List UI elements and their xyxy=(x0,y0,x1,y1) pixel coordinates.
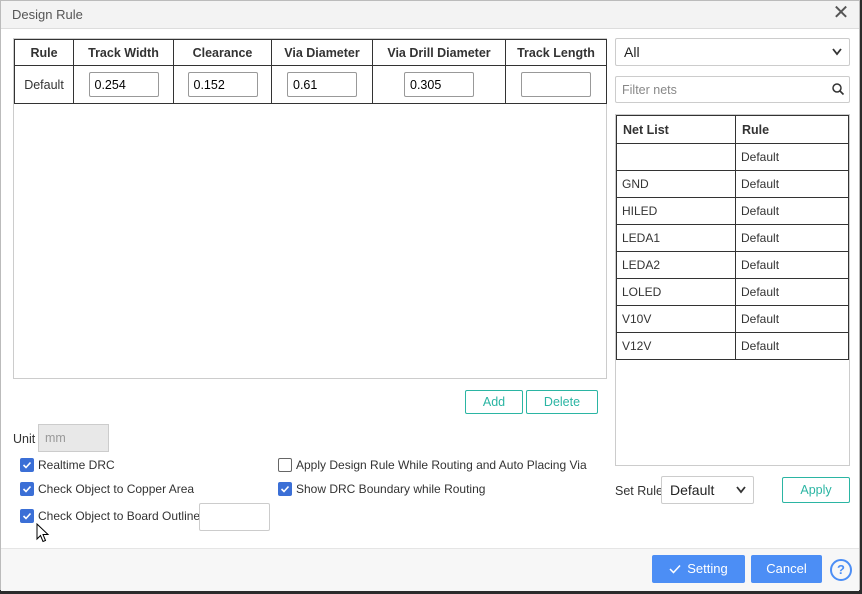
board-outline-label: Check Object to Board Outline xyxy=(38,509,201,523)
checkbox-unchecked-icon[interactable] xyxy=(278,458,292,472)
net-rule: Default xyxy=(735,251,849,279)
design-rule-dialog: Design Rule ✕ Rule Track Width Clearance… xyxy=(0,0,860,591)
title-bar: Design Rule ✕ xyxy=(1,1,859,29)
help-icon[interactable]: ? xyxy=(830,559,852,581)
delete-button[interactable]: Delete xyxy=(526,390,598,414)
checkbox-checked-icon[interactable] xyxy=(278,482,292,496)
rule-name-cell: Default xyxy=(14,65,74,104)
header-via-diameter: Via Diameter xyxy=(271,39,373,66)
table-row[interactable]: V12V Default xyxy=(616,332,849,360)
dialog-title: Design Rule xyxy=(12,7,83,22)
cancel-button[interactable]: Cancel xyxy=(751,555,822,583)
realtime-drc-label: Realtime DRC xyxy=(38,458,115,472)
net-name: LOLED xyxy=(616,278,736,306)
table-row[interactable]: HILED Default xyxy=(616,197,849,225)
header-clearance: Clearance xyxy=(173,39,272,66)
net-rule: Default xyxy=(735,197,849,225)
show-drc-boundary-label: Show DRC Boundary while Routing xyxy=(296,482,486,496)
board-outline-input[interactable] xyxy=(199,503,270,531)
copper-area-label: Check Object to Copper Area xyxy=(38,482,195,496)
header-track-length: Track Length xyxy=(505,39,607,66)
rules-panel: Rule Track Width Clearance Via Diameter … xyxy=(13,38,607,379)
filter-nets-field[interactable]: Filter nets xyxy=(615,76,850,103)
header-track-width: Track Width xyxy=(73,39,174,66)
net-rule: Default xyxy=(735,143,849,171)
filter-nets-placeholder: Filter nets xyxy=(622,83,677,97)
set-rule-label: Set Rule xyxy=(615,484,663,498)
add-button[interactable]: Add xyxy=(465,390,523,414)
header-rule: Rule xyxy=(14,39,74,66)
unit-label: Unit xyxy=(13,432,36,446)
setting-button-label: Setting xyxy=(687,561,728,576)
table-row[interactable]: GND Default xyxy=(616,170,849,198)
rules-table: Rule Track Width Clearance Via Diameter … xyxy=(14,39,607,104)
table-row[interactable]: Default xyxy=(616,143,849,171)
net-name: HILED xyxy=(616,197,736,225)
net-name: GND xyxy=(616,170,736,198)
realtime-drc-checkbox[interactable]: Realtime DRC xyxy=(20,458,115,472)
checkbox-checked-icon[interactable] xyxy=(20,509,34,523)
net-class-select[interactable]: All xyxy=(615,38,850,66)
apply-rule-routing-label: Apply Design Rule While Routing and Auto… xyxy=(296,458,587,472)
show-drc-boundary-checkbox[interactable]: Show DRC Boundary while Routing xyxy=(278,482,485,496)
net-name: LEDA2 xyxy=(616,251,736,279)
search-icon[interactable] xyxy=(831,82,845,96)
net-class-selected: All xyxy=(624,44,640,60)
net-list-panel: Net List Rule Default GND Default HILED De… xyxy=(615,114,850,466)
mouse-cursor-icon xyxy=(36,523,50,543)
table-row[interactable]: V10V Default xyxy=(616,305,849,333)
net-name: V10V xyxy=(616,305,736,333)
checkbox-checked-icon[interactable] xyxy=(20,458,34,472)
checkbox-checked-icon[interactable] xyxy=(20,482,34,496)
net-rule: Default xyxy=(735,278,849,306)
copper-area-checkbox[interactable]: Check Object to Copper Area xyxy=(20,482,194,496)
net-table: Net List Rule Default GND Default HILED De… xyxy=(616,115,849,360)
net-rule: Default xyxy=(735,224,849,252)
header-net-rule: Rule xyxy=(735,115,849,144)
table-row[interactable]: Default xyxy=(14,65,607,104)
track-length-input[interactable] xyxy=(521,72,591,97)
apply-rule-routing-checkbox[interactable]: Apply Design Rule While Routing and Auto… xyxy=(278,458,587,472)
via-drill-diameter-input[interactable] xyxy=(404,72,474,97)
table-row[interactable]: LEDA2 Default xyxy=(616,251,849,279)
via-diameter-input[interactable] xyxy=(287,72,357,97)
chevron-down-icon xyxy=(831,39,843,74)
unit-field: mm xyxy=(38,424,109,452)
header-net-list: Net List xyxy=(616,115,736,144)
table-row[interactable]: LEDA1 Default xyxy=(616,224,849,252)
board-outline-checkbox[interactable]: Check Object to Board Outline xyxy=(20,509,200,523)
track-width-input[interactable] xyxy=(88,72,159,97)
chevron-down-icon xyxy=(735,477,747,512)
set-rule-selected: Default xyxy=(670,482,715,498)
table-row[interactable]: LOLED Default xyxy=(616,278,849,306)
clearance-input[interactable] xyxy=(187,72,258,97)
net-rule: Default xyxy=(735,305,849,333)
setting-button[interactable]: Setting xyxy=(652,555,745,583)
check-icon xyxy=(669,564,681,574)
close-icon[interactable]: ✕ xyxy=(831,3,851,24)
net-rule: Default xyxy=(735,332,849,360)
set-rule-select[interactable]: Default xyxy=(661,476,754,504)
apply-button[interactable]: Apply xyxy=(782,477,850,503)
net-name: V12V xyxy=(616,332,736,360)
net-name: LEDA1 xyxy=(616,224,736,252)
net-name xyxy=(616,143,736,171)
net-rule: Default xyxy=(735,170,849,198)
header-via-drill-diameter: Via Drill Diameter xyxy=(372,39,506,66)
